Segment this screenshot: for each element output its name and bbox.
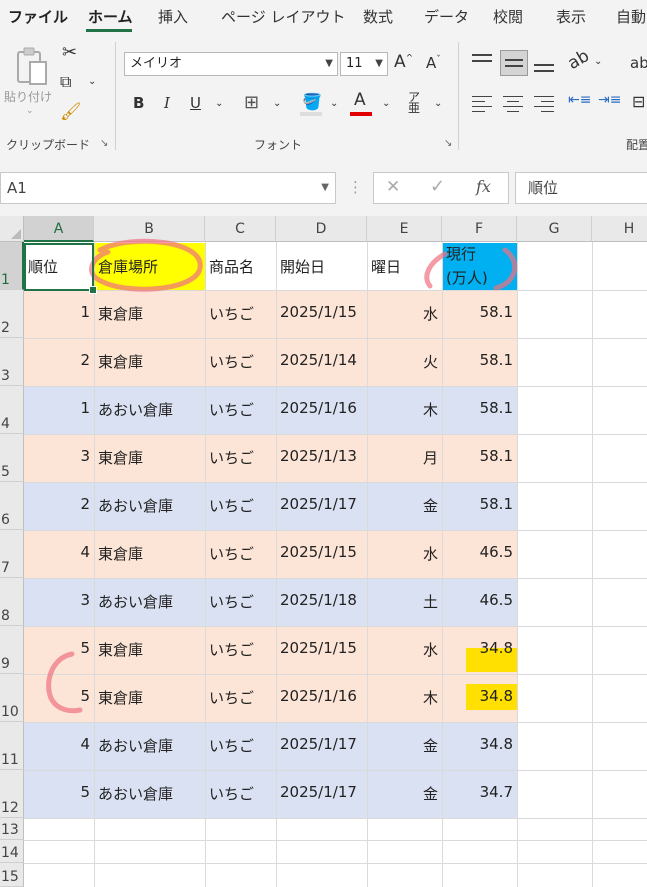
chevron-down-icon: ▼ bbox=[321, 182, 329, 193]
wrap-text-icon[interactable]: ab bbox=[630, 54, 647, 72]
font-group-label: フォント bbox=[254, 138, 303, 152]
underline-dropdown-icon[interactable]: ⌄ bbox=[215, 98, 223, 109]
tab-review[interactable]: 校閲 bbox=[493, 6, 523, 27]
group-divider bbox=[458, 42, 459, 150]
tab-insert[interactable]: 挿入 bbox=[158, 6, 188, 27]
name-box-value: A1 bbox=[7, 179, 27, 197]
paste-button-label[interactable]: 貼り付け bbox=[4, 88, 52, 105]
cancel-icon[interactable]: ✕ bbox=[386, 177, 400, 197]
tab-home[interactable]: ホーム bbox=[88, 6, 133, 27]
phonetic-dropdown-icon[interactable]: ⌄ bbox=[434, 98, 442, 109]
copy-icon[interactable]: ⧉ bbox=[60, 72, 71, 92]
tab-data[interactable]: データ bbox=[424, 6, 469, 27]
clipboard-launcher-icon[interactable]: ↘ bbox=[100, 138, 108, 149]
increase-font-size-icon[interactable]: A^ bbox=[394, 52, 413, 72]
worksheet-grid: A B C D E F G H 1 2 3 4 5 6 7 8 9 10 11 … bbox=[0, 216, 647, 887]
paste-icon[interactable] bbox=[14, 46, 50, 86]
clipboard-group-label: クリップボード bbox=[6, 138, 91, 152]
font-color-dropdown-icon[interactable]: ⌄ bbox=[382, 98, 390, 109]
font-name-value: メイリオ bbox=[130, 56, 183, 71]
align-center-icon[interactable] bbox=[503, 96, 523, 112]
orientation-icon[interactable]: ab bbox=[564, 46, 592, 74]
tab-page-layout[interactable]: ページ レイアウト bbox=[221, 6, 345, 27]
tab-file[interactable]: ファイル bbox=[8, 6, 68, 27]
font-color-swatch bbox=[350, 112, 372, 116]
underline-icon[interactable]: U bbox=[190, 94, 201, 112]
decrease-font-size-icon[interactable]: Aˇ bbox=[426, 54, 441, 72]
borders-icon[interactable]: ⊞ bbox=[244, 92, 259, 113]
name-box[interactable]: A1 ▼ bbox=[0, 172, 336, 204]
enter-icon[interactable]: ✓ bbox=[430, 176, 445, 197]
cut-icon[interactable]: ✂ bbox=[62, 42, 77, 63]
formula-buttons: ✕ ✓ fx bbox=[373, 172, 509, 204]
font-launcher-icon[interactable]: ↘ bbox=[444, 138, 452, 149]
increase-indent-icon[interactable]: ⇥≡ bbox=[598, 92, 621, 108]
formula-bar: A1 ▼ ⋮ ✕ ✓ fx 順位 bbox=[0, 158, 647, 216]
active-tab-indicator bbox=[86, 29, 132, 32]
alignment-group-label: 配置 bbox=[626, 138, 647, 152]
tab-automate[interactable]: 自動 bbox=[616, 6, 646, 27]
red-circle-annotation bbox=[424, 251, 448, 289]
paste-dropdown-icon[interactable]: ⌄ bbox=[26, 106, 34, 116]
phonetic-guide-icon[interactable]: ア亜 bbox=[408, 91, 420, 114]
align-middle-icon[interactable] bbox=[500, 50, 528, 76]
merge-center-icon[interactable]: ⊟ bbox=[632, 92, 645, 111]
decrease-indent-icon[interactable]: ⇤≡ bbox=[568, 92, 591, 108]
tab-view[interactable]: 表示 bbox=[556, 6, 586, 27]
bold-icon[interactable]: B bbox=[133, 94, 144, 112]
active-cell-border bbox=[24, 243, 94, 291]
hand-drawn-annotations bbox=[46, 238, 518, 714]
font-size-value: 11 bbox=[346, 56, 363, 71]
italic-icon[interactable]: I bbox=[164, 94, 170, 112]
align-bottom-icon[interactable] bbox=[534, 58, 554, 74]
align-left-icon[interactable] bbox=[472, 96, 492, 112]
red-circle-annotation bbox=[493, 247, 518, 291]
formula-input[interactable]: 順位 bbox=[515, 172, 647, 204]
align-right-icon[interactable] bbox=[534, 96, 554, 112]
format-painter-icon[interactable]: 🖌 bbox=[60, 102, 82, 122]
red-bracket-annotation bbox=[46, 651, 83, 714]
borders-dropdown-icon[interactable]: ⌄ bbox=[273, 98, 281, 109]
insert-function-icon[interactable]: fx bbox=[476, 177, 491, 196]
ribbon: 貼り付け ⌄ ✂ ⧉ ⌄ 🖌 クリップボード ↘ メイリオ ▼ 11 ▼ A^ … bbox=[0, 36, 647, 159]
tab-formulas[interactable]: 数式 bbox=[363, 6, 393, 27]
fill-color-swatch bbox=[300, 112, 322, 116]
align-top-icon[interactable] bbox=[472, 54, 492, 70]
fill-color-dropdown-icon[interactable]: ⌄ bbox=[330, 98, 338, 109]
fill-color-icon[interactable]: 🪣 bbox=[302, 92, 322, 111]
red-circle-annotation bbox=[89, 238, 203, 292]
font-color-icon[interactable]: A bbox=[354, 90, 366, 110]
font-size-combo[interactable]: 11 ▼ bbox=[340, 52, 388, 76]
formula-bar-grip-icon[interactable]: ⋮ bbox=[348, 178, 363, 196]
copy-dropdown-icon[interactable]: ⌄ bbox=[88, 76, 96, 87]
fill-handle[interactable] bbox=[89, 286, 97, 294]
chevron-down-icon: ▼ bbox=[325, 58, 333, 69]
orientation-dropdown-icon[interactable]: ⌄ bbox=[594, 56, 602, 67]
ribbon-tabs: ファイル ホーム 挿入 ページ レイアウト 数式 データ 校閲 表示 自動 bbox=[0, 0, 647, 36]
font-name-combo[interactable]: メイリオ ▼ bbox=[124, 52, 338, 76]
group-divider bbox=[115, 42, 116, 150]
chevron-down-icon: ▼ bbox=[375, 58, 383, 69]
